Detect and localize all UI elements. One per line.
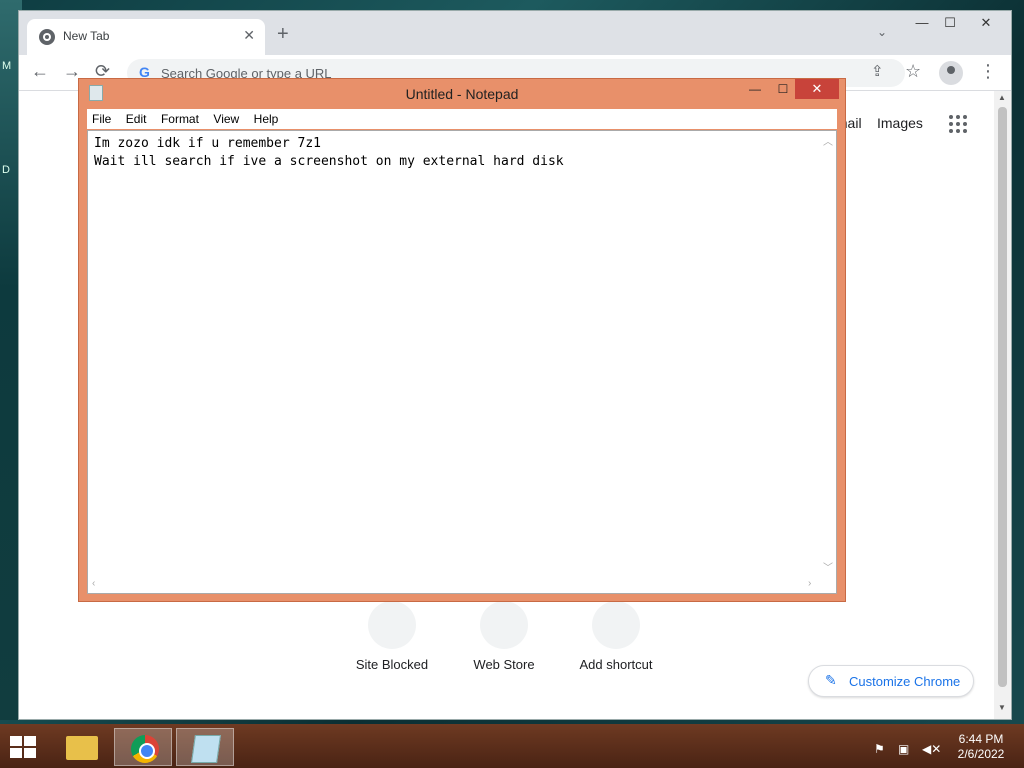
shortcut-tile[interactable]: Site Blocked [342,601,442,672]
network-icon[interactable]: ▣ [898,742,909,756]
tab-close-icon[interactable]: ✕ [243,27,255,44]
add-shortcut-icon [592,601,640,649]
notepad-icon [191,735,221,763]
pencil-icon: ✎ [825,672,837,688]
start-button[interactable] [10,736,38,758]
images-link[interactable]: Images [877,115,923,131]
customize-chrome-button[interactable]: ✎ Customize Chrome [808,665,974,697]
shortcut-label: Site Blocked [355,657,429,672]
chrome-close-button[interactable]: ✕ [967,11,1005,35]
scroll-down-icon[interactable]: ▼ [998,703,1006,712]
chrome-favicon-icon [39,29,55,45]
menu-help[interactable]: Help [249,109,284,126]
scroll-down-icon[interactable]: ﹀ [823,559,833,574]
notepad-maximize-button[interactable]: ☐ [769,79,797,99]
volume-muted-icon[interactable]: ◀✕ [922,742,941,756]
notepad-menubar: File Edit Format View Help [87,109,837,129]
bookmark-star-icon[interactable]: ☆ [905,61,921,82]
tab-strip: New Tab ✕ + ⌄ — ☐ ✕ [19,11,1011,55]
customize-chrome-label: Customize Chrome [849,674,961,689]
menu-edit[interactable]: Edit [121,109,152,126]
tab-title: New Tab [63,29,110,43]
desktop-icon-label[interactable]: M [2,60,11,72]
menu-format[interactable]: Format [156,109,204,126]
share-icon[interactable]: ⇪ [871,62,884,80]
taskbar-file-explorer[interactable] [52,728,110,766]
scroll-up-icon[interactable]: ︿ [823,133,833,148]
notepad-close-button[interactable]: ✕ [795,79,839,99]
flag-icon[interactable]: ⚑ [874,742,885,756]
taskbar-chrome[interactable] [114,728,172,766]
chrome-maximize-button[interactable]: ☐ [931,11,969,35]
taskbar-notepad[interactable] [176,728,234,766]
tab-new-tab[interactable]: New Tab ✕ [27,19,265,55]
notepad-content[interactable]: Im zozo idk if u remember 7z1 Wait ill s… [94,135,564,171]
profile-avatar-icon[interactable] [939,61,963,85]
shortcut-label: Web Store [473,657,535,672]
clock-time: 6:44 PM [958,732,1004,746]
notepad-text-area[interactable]: Im zozo idk if u remember 7z1 Wait ill s… [87,130,837,594]
notepad-window: Untitled - Notepad — ☐ ✕ File Edit Forma… [78,78,846,602]
back-icon[interactable]: ← [31,61,49,82]
scroll-up-icon[interactable]: ▲ [998,93,1006,102]
notepad-title: Untitled - Notepad [405,86,519,102]
notepad-titlebar[interactable]: Untitled - Notepad — ☐ ✕ [79,79,845,107]
chrome-menu-icon[interactable]: ⋮ [979,61,997,82]
taskbar-clock[interactable]: 6:44 PM 2/6/2022 [950,732,1012,762]
shortcut-tile[interactable]: Web Store [454,601,554,672]
scrollbar-thumb[interactable] [998,107,1007,687]
folder-icon [66,736,98,760]
chrome-icon [131,735,159,763]
shortcut-tile[interactable]: Add shortcut [566,601,666,672]
shortcut-icon [480,601,528,649]
menu-file[interactable]: File [87,109,116,126]
menu-view[interactable]: View [208,109,244,126]
notepad-horizontal-scrollbar[interactable]: ‹ › [88,577,822,593]
desktop-icon-label[interactable]: D [2,164,10,176]
scroll-left-icon[interactable]: ‹ [92,578,95,589]
notepad-vertical-scrollbar[interactable]: ︿ ﹀ [820,131,836,577]
notepad-minimize-button[interactable]: — [741,79,769,99]
scroll-right-icon[interactable]: › [808,578,811,589]
google-apps-icon[interactable] [949,115,967,133]
taskbar: ⚑ ▣ ◀✕ 6:44 PM 2/6/2022 [0,724,1024,768]
page-scrollbar[interactable]: ▲ ▼ [994,91,1011,719]
clock-date: 2/6/2022 [957,747,1005,761]
new-tab-button[interactable]: + [277,23,289,46]
tab-search-icon[interactable]: ⌄ [877,25,887,39]
shortcut-icon [368,601,416,649]
shortcut-label: Add shortcut [579,657,653,672]
